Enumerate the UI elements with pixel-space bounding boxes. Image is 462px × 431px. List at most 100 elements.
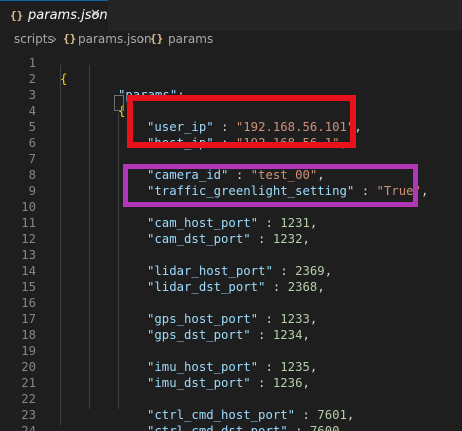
json-file-icon: {}: [10, 9, 24, 22]
line-number: 17: [21, 312, 36, 326]
code-token: 7600: [309, 424, 340, 431]
object-icon: {}: [150, 32, 164, 45]
chevron-right-icon: ›: [52, 32, 57, 46]
code-token: 1236: [272, 376, 303, 390]
line-number: 11: [21, 216, 36, 230]
code-line[interactable]: 20 "imu_host_port" : 1235,: [0, 359, 462, 375]
line-number: 15: [21, 280, 36, 294]
code-line[interactable]: 18 "gps_dst_port" : 1234,: [0, 327, 462, 343]
code-token: "gps_host_port": [147, 312, 259, 326]
line-number: 8: [28, 168, 36, 182]
code-token: 2369: [295, 264, 325, 278]
code-token: ,: [339, 424, 347, 431]
code-token: ,: [309, 312, 318, 326]
code-token: :: [258, 216, 281, 230]
code-text: "ctrl_cmd_host_port" : 7601,: [147, 407, 354, 423]
code-line[interactable]: 19: [0, 343, 462, 359]
line-number: 16: [21, 296, 36, 310]
line-number: 2: [28, 72, 36, 86]
code-token: {: [60, 72, 68, 86]
code-token: ,: [324, 264, 333, 278]
code-line[interactable]: 2{: [0, 71, 462, 87]
code-token: :: [295, 408, 318, 422]
code-text: "cam_host_port" : 1231,: [147, 215, 317, 231]
code-token: :: [250, 328, 273, 342]
line-number: 9: [28, 184, 36, 198]
code-token: ,: [302, 232, 310, 246]
code-line[interactable]: 15 "lidar_dst_port" : 2368,: [0, 279, 462, 295]
code-token: 1235: [280, 360, 310, 374]
line-number: 23: [21, 408, 36, 422]
code-token: :: [250, 376, 273, 390]
code-token: 1233: [280, 312, 310, 326]
code-text: "gps_host_port" : 1233,: [147, 311, 317, 327]
code-text: "imu_dst_port" : 1236,: [147, 375, 310, 391]
code-token: "imu_host_port": [147, 360, 259, 374]
code-text: "gps_dst_port" : 1234,: [147, 327, 310, 343]
line-number: 14: [21, 264, 36, 278]
code-token: :: [272, 264, 296, 278]
code-token: "lidar_host_port": [147, 264, 273, 278]
code-token: 1234: [272, 328, 303, 342]
line-number: 18: [21, 328, 36, 342]
code-text: "lidar_host_port" : 2369,: [147, 263, 332, 279]
code-line[interactable]: 22: [0, 391, 462, 407]
code-token: ,: [346, 408, 355, 422]
code-line[interactable]: 14 "lidar_host_port" : 2369,: [0, 263, 462, 279]
line-number: 22: [21, 392, 36, 406]
code-line[interactable]: 11 "cam_host_port" : 1231,: [0, 215, 462, 231]
code-token: :: [250, 232, 273, 246]
code-token: "ctrl_cmd_host_port": [147, 408, 296, 422]
code-line[interactable]: 13: [0, 247, 462, 263]
code-token: ,: [317, 280, 325, 294]
bracket-match-indicator: [114, 95, 124, 111]
code-token: "lidar_dst_port": [147, 280, 266, 294]
code-text: "imu_host_port" : 1235,: [147, 359, 317, 375]
code-token: ,: [302, 328, 310, 342]
breadcrumb-scripts[interactable]: scripts: [14, 32, 54, 46]
code-token: 1231: [280, 216, 310, 230]
json-file-icon: {}: [63, 32, 77, 45]
code-text: "lidar_dst_port" : 2368,: [147, 279, 325, 295]
line-number: 20: [21, 360, 36, 374]
tab-params-json[interactable]: {} params.json ✕: [0, 0, 108, 31]
code-token: "ctrl_cmd_dst_port": [147, 424, 288, 431]
code-line[interactable]: 16: [0, 295, 462, 311]
line-number: 21: [21, 376, 36, 390]
code-token: 1232: [272, 232, 303, 246]
code-line[interactable]: 17 "gps_host_port" : 1233,: [0, 311, 462, 327]
code-text: "cam_dst_port" : 1232,: [147, 231, 310, 247]
code-token: 2368: [287, 280, 318, 294]
code-token: ,: [309, 216, 318, 230]
code-token: :: [258, 312, 281, 326]
breadcrumb: scripts › {} params.json › {} params: [0, 31, 462, 49]
code-token: :: [287, 424, 310, 431]
code-line[interactable]: 1: [0, 55, 462, 71]
code-token: "cam_host_port": [147, 216, 259, 230]
close-icon[interactable]: ✕: [90, 7, 101, 22]
tab-bar: {} params.json ✕: [0, 0, 462, 31]
line-number: 1: [28, 56, 36, 70]
line-number: 24: [21, 424, 36, 431]
line-number: 7: [28, 152, 36, 166]
highlight-box-red: [127, 95, 356, 148]
line-number: 13: [21, 248, 36, 262]
line-number: 12: [21, 232, 36, 246]
line-number: 19: [21, 344, 36, 358]
code-token: ,: [309, 360, 318, 374]
code-line[interactable]: 23 "ctrl_cmd_host_port" : 7601,: [0, 407, 462, 423]
code-token: 7601: [317, 408, 347, 422]
code-line[interactable]: 24 "ctrl_cmd_dst_port" : 7600,: [0, 423, 462, 431]
code-line[interactable]: 21 "imu_dst_port" : 1236,: [0, 375, 462, 391]
line-number: 10: [21, 200, 36, 214]
highlight-box-purple: [123, 164, 418, 207]
line-number: 4: [28, 104, 36, 118]
code-text: {: [60, 71, 67, 87]
code-token: :: [265, 280, 288, 294]
breadcrumb-params[interactable]: params: [168, 32, 213, 46]
code-token: ,: [420, 184, 429, 198]
code-token: "cam_dst_port": [147, 232, 251, 246]
code-line[interactable]: 12 "cam_dst_port" : 1232,: [0, 231, 462, 247]
code-token: "imu_dst_port": [147, 376, 251, 390]
chevron-right-icon: ›: [140, 32, 145, 46]
